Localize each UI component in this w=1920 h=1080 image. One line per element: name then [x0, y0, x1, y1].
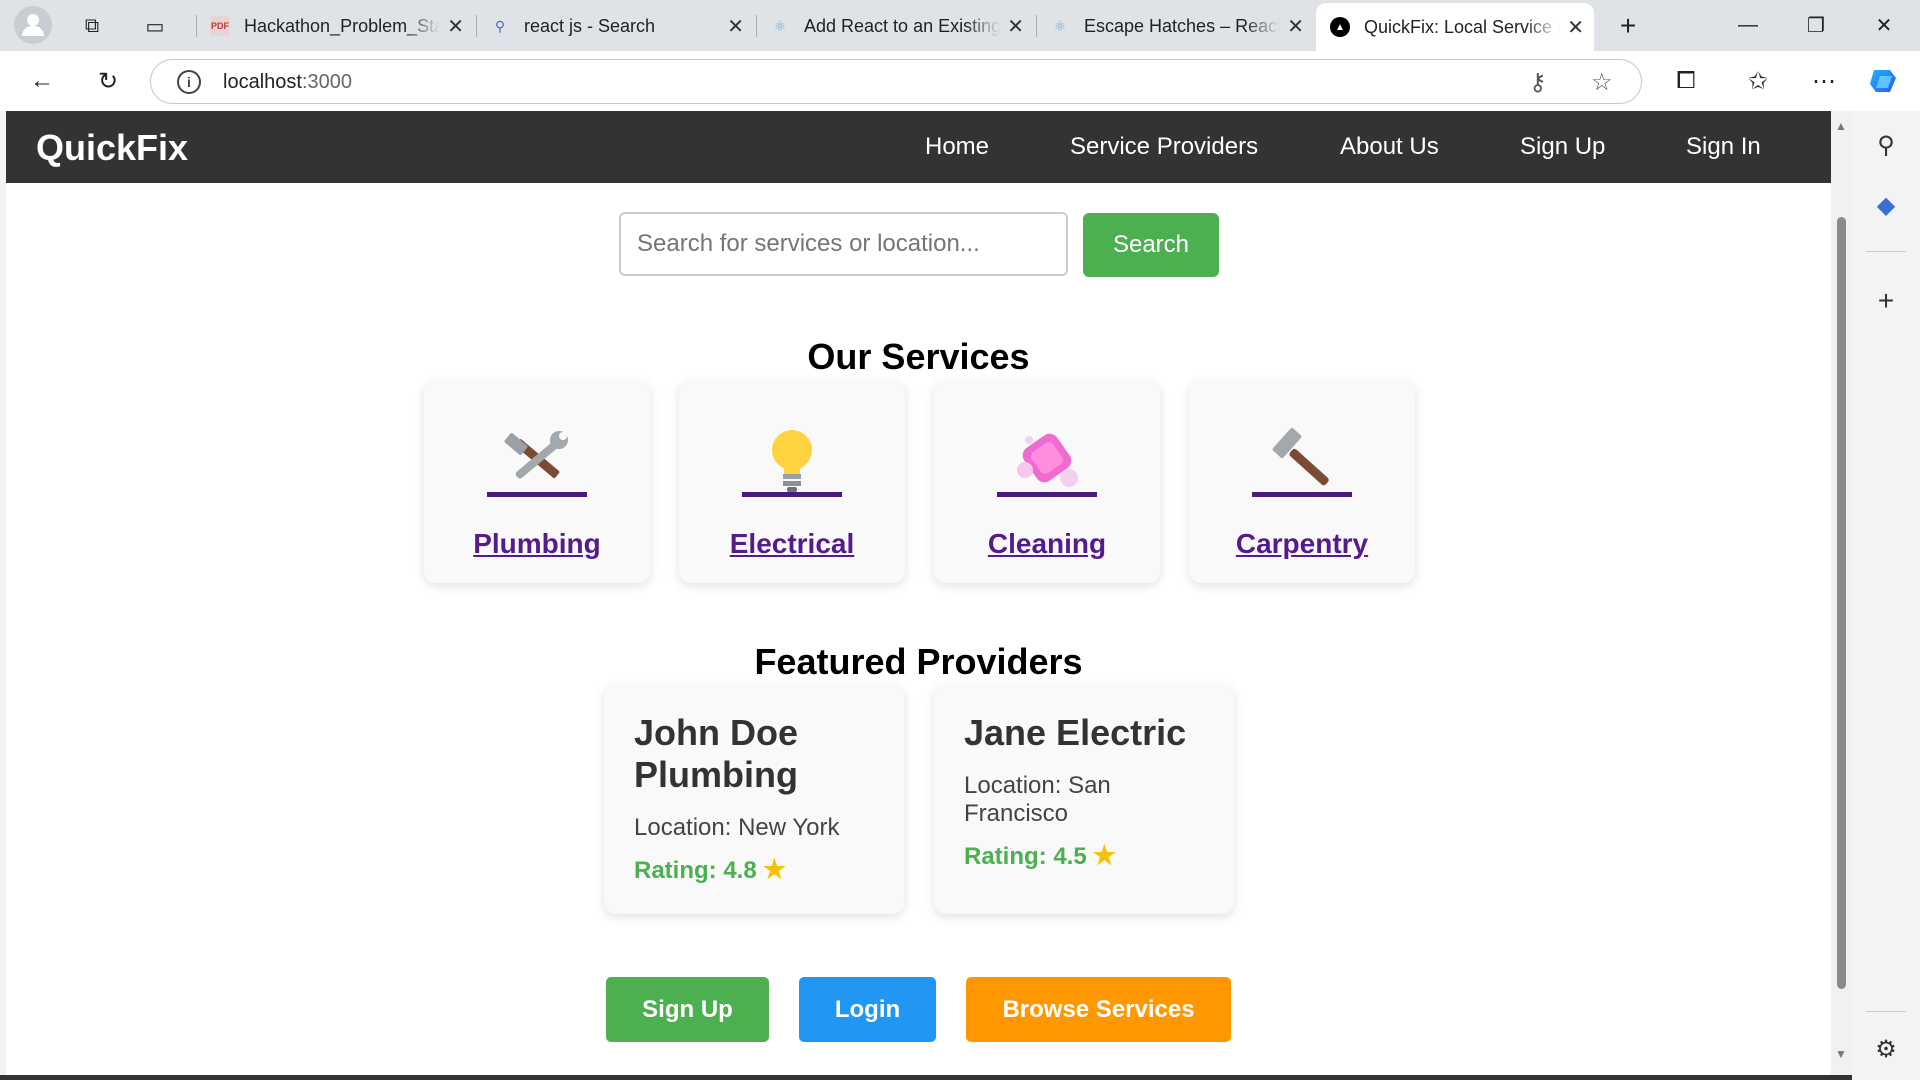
new-tab-icon[interactable]: + — [1608, 6, 1648, 46]
react-icon: ⚛ — [773, 17, 787, 34]
provider-card[interactable]: Jane Electric Location: San Francisco Ra… — [934, 684, 1234, 914]
favorites-icon[interactable]: ✩ — [1738, 61, 1778, 101]
tab-actions-icon[interactable]: ▭ — [135, 6, 175, 46]
star-icon: ★ — [762, 854, 786, 884]
vercel-icon: ▲ — [1330, 17, 1350, 37]
scroll-up-icon[interactable]: ▲ — [1835, 119, 1847, 133]
icon-underline — [997, 492, 1097, 497]
service-link-cleaning[interactable]: Cleaning — [934, 528, 1160, 560]
close-tab-icon[interactable]: ✕ — [1007, 14, 1024, 39]
signup-button[interactable]: Sign Up — [606, 977, 769, 1042]
tab-react-search[interactable]: ⚲ react js - Search ✕ — [476, 7, 754, 45]
service-link-electrical[interactable]: Electrical — [679, 528, 905, 560]
search-button[interactable]: Search — [1083, 213, 1219, 277]
address-bar: ← ↻ i localhost:3000 ⚷ ☆ ⧠ ✩ ⋯ — [0, 51, 1920, 111]
services-heading: Our Services — [807, 336, 1030, 377]
soap-icon — [934, 426, 1160, 500]
refresh-icon[interactable]: ↻ — [88, 61, 128, 101]
browser-tab-bar: ⧉ ▭ PDF Hackathon_Problem_Statement ✕ ⚲ … — [0, 0, 1920, 51]
close-tab-icon[interactable]: ✕ — [1567, 15, 1584, 40]
profile-avatar-icon[interactable] — [14, 6, 52, 44]
close-tab-icon[interactable]: ✕ — [1287, 14, 1304, 39]
tab-escape-hatches[interactable]: ⚛ Escape Hatches – React ✕ — [1036, 7, 1314, 45]
back-icon[interactable]: ← — [22, 61, 62, 101]
workspaces-icon[interactable]: ⧉ — [72, 6, 112, 46]
nav-home[interactable]: Home — [925, 133, 989, 161]
browser-sidebar: ⚲ ◆ + ⚙ — [1852, 111, 1920, 1080]
more-options-icon[interactable]: ⋯ — [1804, 61, 1844, 101]
icon-underline — [742, 492, 842, 497]
brand-logo[interactable]: QuickFix — [36, 127, 188, 169]
shopping-tag-icon[interactable]: ◆ — [1868, 187, 1904, 223]
react-icon: ⚛ — [1053, 17, 1067, 34]
nav-sign-up[interactable]: Sign Up — [1520, 133, 1605, 161]
window-close-icon[interactable]: ✕ — [1850, 0, 1918, 51]
icon-underline — [487, 492, 587, 497]
key-icon[interactable]: ⚷ — [1529, 68, 1547, 97]
provider-rating: Rating: 4.8 ★ — [634, 854, 786, 884]
url-field[interactable]: i localhost:3000 ⚷ ☆ — [150, 59, 1642, 104]
login-button[interactable]: Login — [799, 977, 936, 1042]
service-card-electrical[interactable]: Electrical — [679, 380, 905, 583]
add-icon[interactable]: + — [1868, 283, 1904, 319]
tab-hackathon[interactable]: PDF Hackathon_Problem_Statement ✕ — [196, 7, 474, 45]
provider-location: Location: New York — [634, 814, 840, 841]
page-viewport: QuickFix Home Service Providers About Us… — [6, 111, 1831, 1075]
lightbulb-icon — [679, 426, 905, 500]
tab-label: Hackathon_Problem_Statement — [244, 15, 440, 36]
url-text[interactable]: localhost:3000 — [223, 71, 352, 94]
close-tab-icon[interactable]: ✕ — [727, 14, 744, 39]
tab-label: QuickFix: Local Service Finder — [1364, 16, 1560, 37]
provider-rating: Rating: 4.5 ★ — [964, 840, 1116, 870]
service-card-cleaning[interactable]: Cleaning — [934, 380, 1160, 583]
close-tab-icon[interactable]: ✕ — [447, 14, 464, 39]
browse-services-button[interactable]: Browse Services — [966, 977, 1231, 1042]
scrollbar-thumb[interactable] — [1837, 217, 1846, 989]
service-link-carpentry[interactable]: Carpentry — [1189, 528, 1415, 560]
search-icon[interactable]: ⚲ — [1868, 127, 1904, 163]
provider-location: Location: San Francisco — [964, 772, 1111, 827]
minimize-icon[interactable]: — — [1714, 0, 1782, 51]
providers-heading: Featured Providers — [754, 641, 1083, 682]
page-scrollbar[interactable]: ▲ ▼ — [1831, 111, 1852, 1075]
sidebar-divider — [1866, 1011, 1906, 1012]
scroll-down-icon[interactable]: ▼ — [1835, 1047, 1847, 1061]
extensions-icon[interactable]: ⧠ — [1666, 61, 1706, 101]
nav-sign-in[interactable]: Sign In — [1686, 133, 1761, 161]
tab-label: react js - Search — [524, 15, 656, 36]
provider-name: John Doe Plumbing — [634, 712, 799, 795]
tab-label: Escape Hatches – React — [1084, 15, 1280, 36]
copilot-icon[interactable] — [1865, 61, 1905, 101]
favorite-star-icon[interactable]: ☆ — [1591, 68, 1613, 97]
app-navbar: QuickFix Home Service Providers About Us… — [6, 111, 1831, 183]
search-input[interactable] — [619, 212, 1068, 276]
pdf-icon: PDF — [210, 16, 230, 36]
service-card-plumbing[interactable]: Plumbing — [424, 380, 650, 583]
service-card-carpentry[interactable]: Carpentry — [1189, 380, 1415, 583]
settings-gear-icon[interactable]: ⚙ — [1868, 1031, 1904, 1067]
nav-service-providers[interactable]: Service Providers — [1070, 133, 1258, 161]
nav-about-us[interactable]: About Us — [1340, 133, 1439, 161]
icon-underline — [1252, 492, 1352, 497]
bottom-border — [0, 1075, 1852, 1080]
provider-name: Jane Electric — [964, 712, 1187, 753]
service-link-plumbing[interactable]: Plumbing — [424, 528, 650, 560]
sidebar-divider — [1866, 251, 1906, 252]
search-icon: ⚲ — [494, 17, 506, 34]
restore-icon[interactable]: ❐ — [1782, 0, 1850, 51]
tools-icon — [424, 426, 650, 500]
hammer-icon — [1189, 426, 1415, 500]
star-icon: ★ — [1092, 840, 1116, 870]
provider-card[interactable]: John Doe Plumbing Location: New York Rat… — [604, 684, 904, 914]
site-info-icon[interactable]: i — [177, 70, 201, 94]
tab-label: Add React to an Existing Project — [804, 15, 1000, 36]
tab-quickfix[interactable]: ▲ QuickFix: Local Service Finder ✕ — [1316, 3, 1594, 51]
tab-add-react[interactable]: ⚛ Add React to an Existing Project ✕ — [756, 7, 1034, 45]
